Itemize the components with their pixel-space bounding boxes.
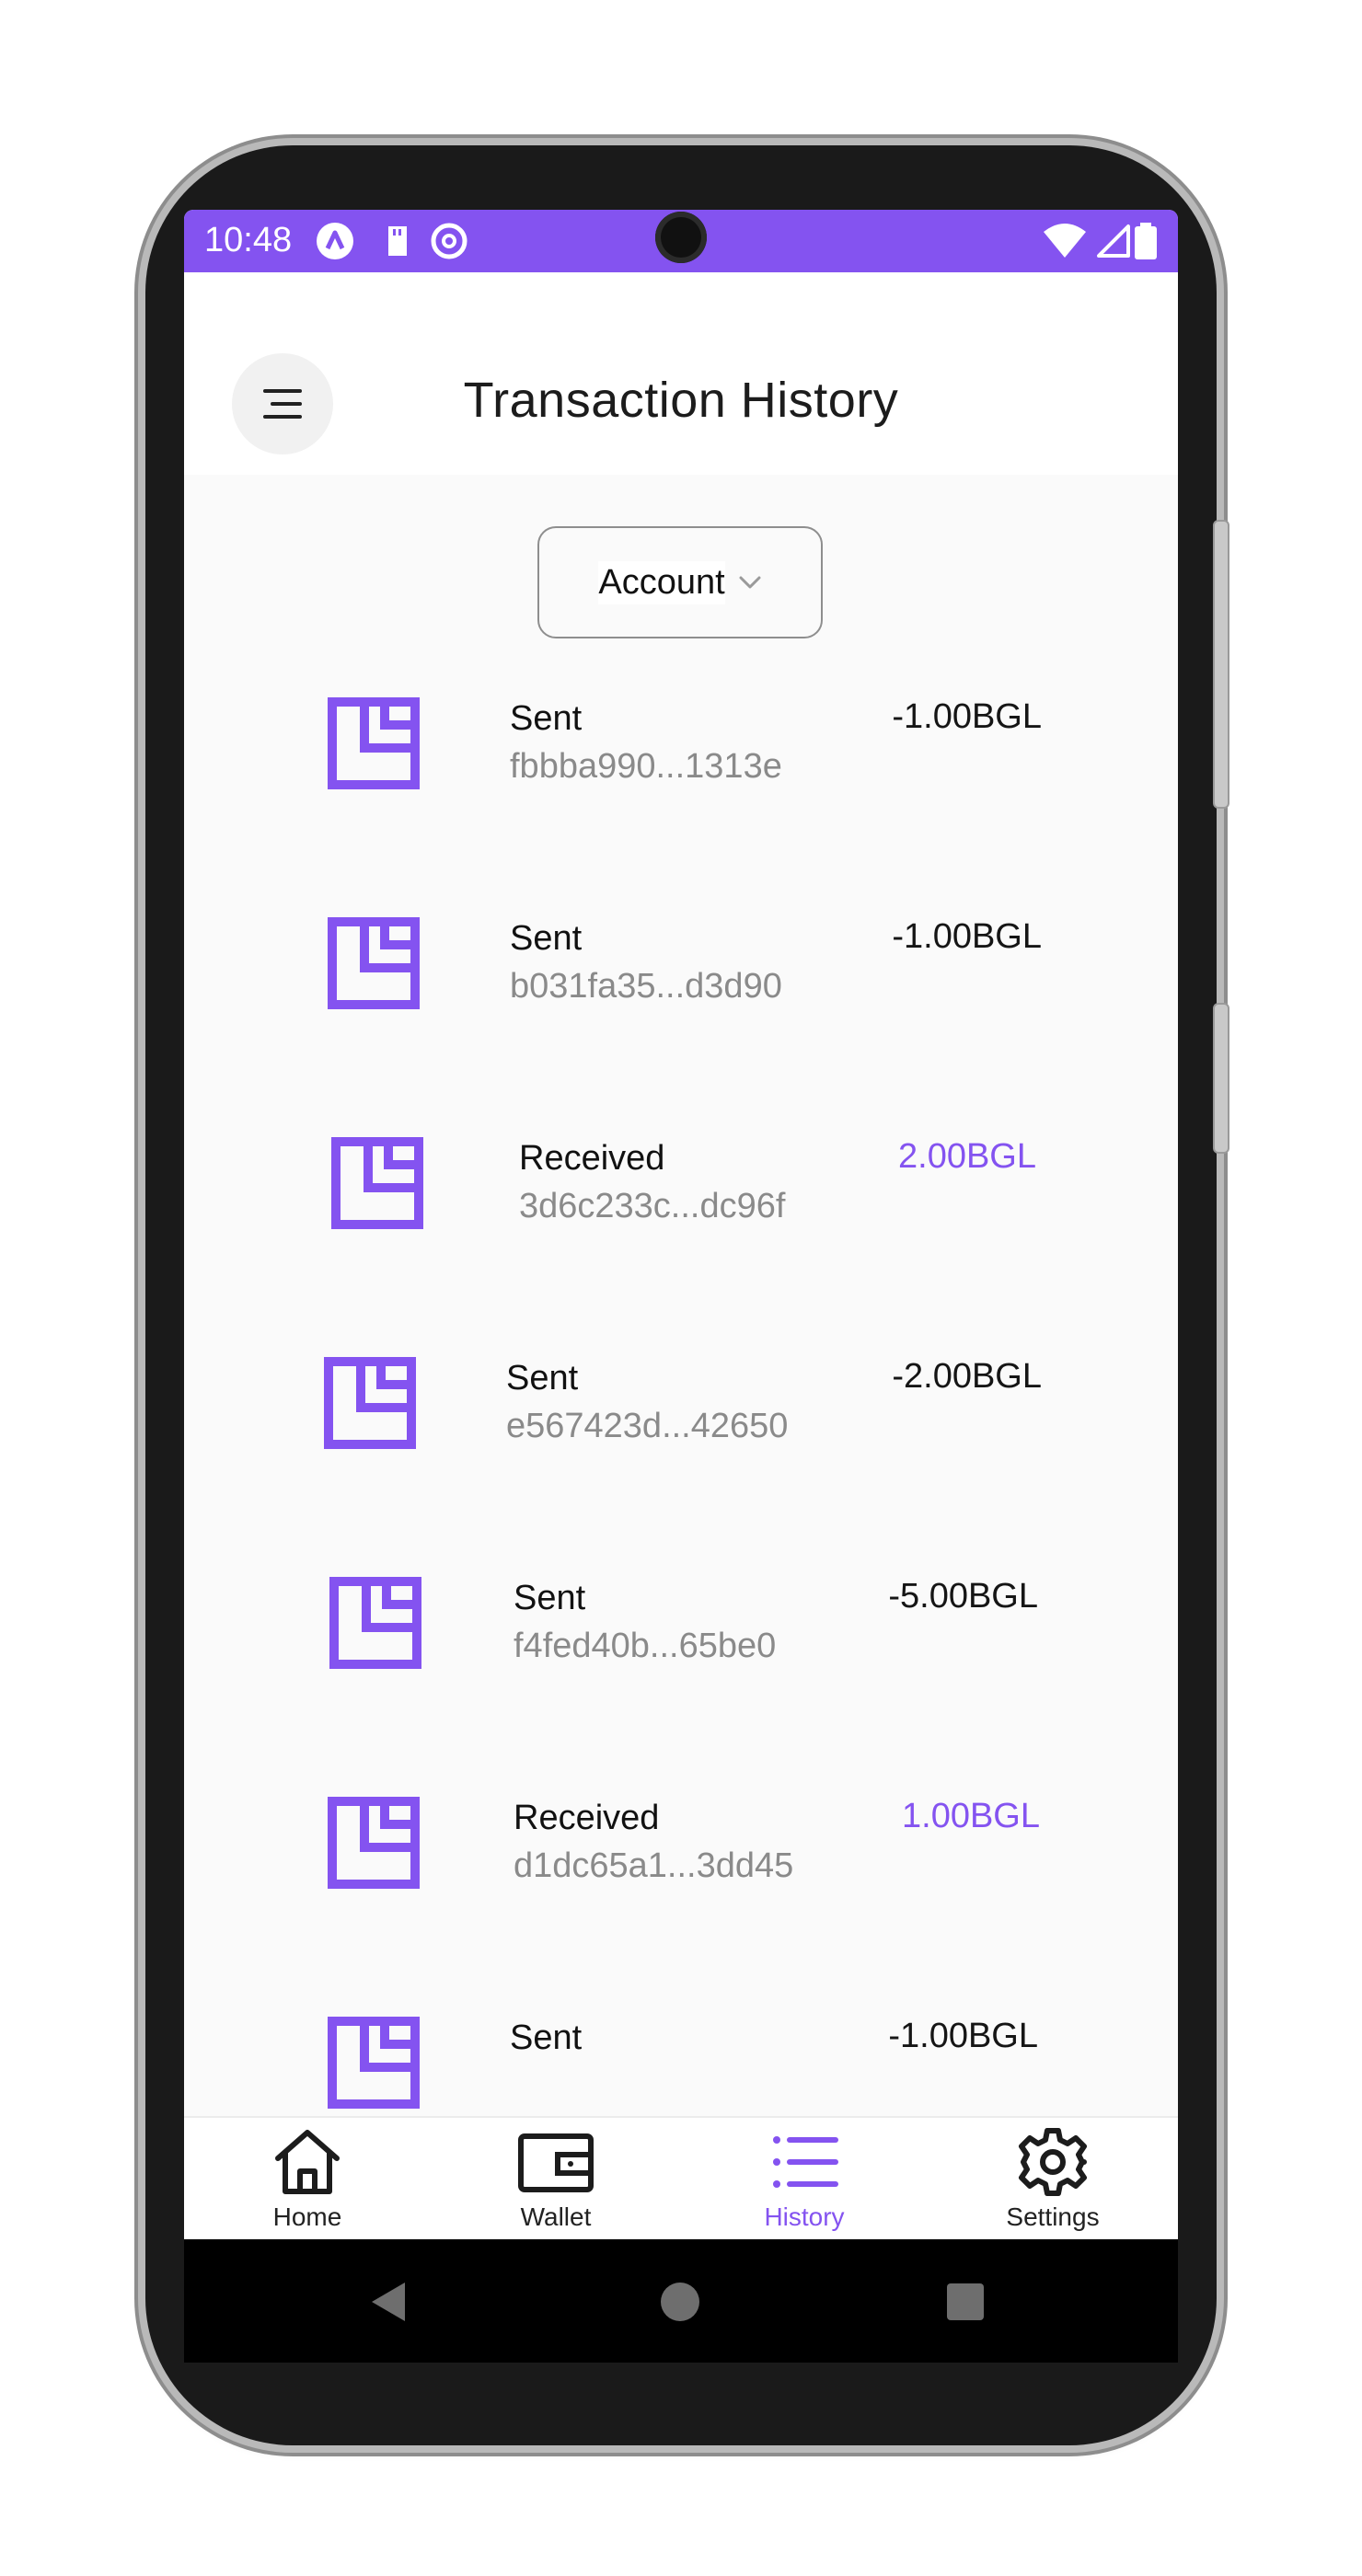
transaction-icon	[329, 1577, 421, 1669]
transaction-hash: e567423d...42650	[506, 1407, 789, 1445]
transaction-type: Received	[514, 1799, 660, 1837]
transaction-hash: fbbba990...1313e	[510, 747, 782, 786]
transaction-hash: b031fa35...d3d90	[510, 967, 782, 1006]
account-dropdown-label: Account	[598, 560, 725, 604]
power-button	[1213, 1003, 1229, 1154]
transaction-icon	[331, 1137, 423, 1229]
nav-home[interactable]: Home	[215, 2125, 399, 2239]
wifi-icon	[1044, 224, 1086, 258]
transaction-type: Sent	[514, 1579, 586, 1617]
transaction-type: Received	[519, 1139, 665, 1178]
transaction-hash: 3d6c233c...dc96f	[519, 1187, 786, 1225]
page-title: Transaction History	[463, 373, 899, 428]
transaction-hash: f4fed40b...65be0	[514, 1627, 777, 1665]
transaction-type: Sent	[506, 1359, 579, 1397]
transaction-amount: -5.00BGL	[888, 1577, 1038, 1616]
nav-settings[interactable]: Settings	[961, 2125, 1145, 2239]
transaction-amount: -1.00BGL	[892, 917, 1042, 956]
transaction-amount: -1.00BGL	[892, 697, 1042, 736]
bottom-navigation: Home Wallet History Settings	[184, 2116, 1178, 2241]
home-icon	[275, 2130, 340, 2194]
at-sign-icon	[431, 223, 467, 259]
status-bar: 10:48	[184, 210, 1178, 272]
sd-card-icon	[388, 226, 407, 256]
camera-cutout	[655, 212, 707, 263]
nav-history[interactable]: History	[712, 2125, 896, 2239]
app-header: Transaction History	[184, 272, 1178, 475]
transaction-hash: d1dc65a1...3dd45	[514, 1846, 794, 1885]
transaction-amount: -1.00BGL	[888, 2017, 1038, 2055]
transaction-amount: -2.00BGL	[892, 1357, 1042, 1396]
gear-icon	[1019, 2128, 1087, 2196]
account-dropdown[interactable]: Account	[537, 526, 823, 638]
home-circle-icon[interactable]	[659, 2281, 701, 2323]
app-screen: 10:48 Transaction History Account Sent f…	[184, 210, 1178, 2363]
transaction-list: Sent fbbba990...1313e -1.00BGL Sent b031…	[184, 642, 1178, 2280]
wallet-icon	[518, 2133, 594, 2192]
transaction-item[interactable]: Sent b031fa35...d3d90 -1.00BGL	[184, 871, 1178, 1091]
transaction-item[interactable]: Sent f4fed40b...65be0 -5.00BGL	[184, 1531, 1178, 1751]
nav-label: Settings	[1006, 2202, 1100, 2231]
transaction-icon	[324, 1357, 416, 1449]
transaction-icon	[328, 2017, 420, 2109]
transaction-type: Sent	[510, 2018, 583, 2057]
volume-button	[1213, 520, 1229, 809]
transaction-item[interactable]: Sent fbbba990...1313e -1.00BGL	[184, 651, 1178, 871]
status-time: 10:48	[204, 221, 293, 259]
nav-label: Wallet	[520, 2202, 592, 2231]
transaction-icon	[328, 697, 420, 789]
transaction-type: Sent	[510, 919, 583, 958]
transaction-icon	[328, 1797, 420, 1889]
nav-label: Home	[272, 2202, 342, 2231]
nav-wallet[interactable]: Wallet	[464, 2125, 648, 2239]
chevron-down-icon	[739, 576, 761, 589]
transaction-item[interactable]: Received d1dc65a1...3dd45 1.00BGL	[184, 1751, 1178, 1971]
battery-icon	[1135, 223, 1157, 259]
recents-icon[interactable]	[946, 2283, 985, 2321]
transaction-icon	[328, 917, 420, 1009]
list-icon	[773, 2136, 838, 2188]
app-logo-icon	[317, 223, 353, 259]
system-navigation-bar	[184, 2239, 1178, 2363]
signal-icon	[1097, 224, 1130, 258]
transaction-amount: 1.00BGL	[902, 1797, 1040, 1835]
transaction-item[interactable]: Received 3d6c233c...dc96f 2.00BGL	[184, 1091, 1178, 1311]
back-icon[interactable]	[368, 2281, 409, 2323]
transaction-item[interactable]: Sent e567423d...42650 -2.00BGL	[184, 1311, 1178, 1531]
nav-label: History	[764, 2202, 845, 2231]
transaction-type: Sent	[510, 699, 583, 738]
transaction-amount: 2.00BGL	[898, 1137, 1036, 1176]
